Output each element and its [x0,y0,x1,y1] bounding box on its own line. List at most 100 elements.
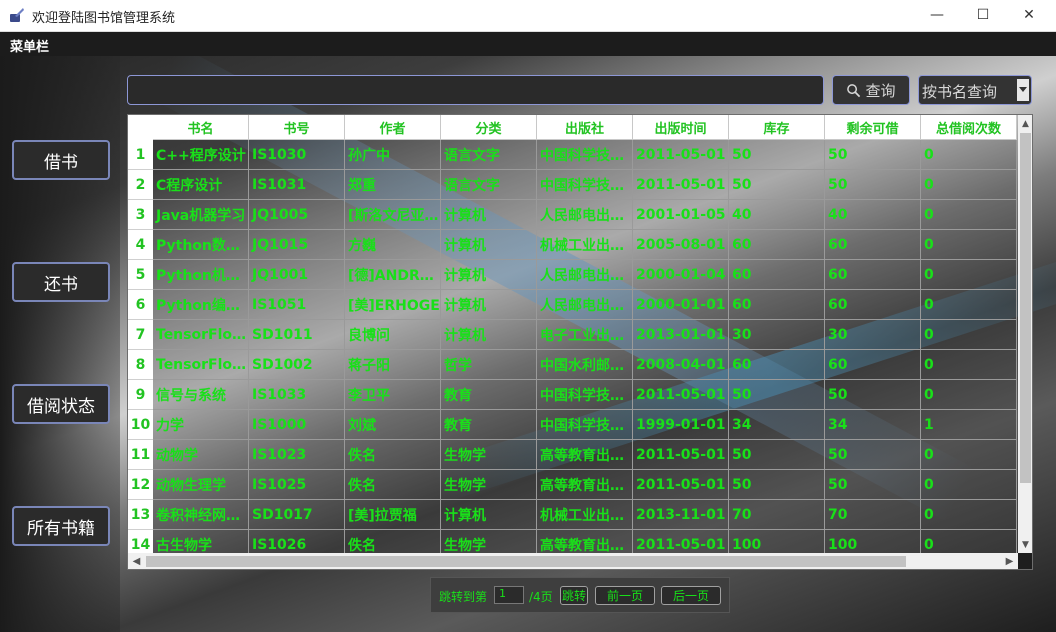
table-cell[interactable]: 2008-04-01 [633,350,729,380]
table-cell[interactable]: [美]ERHOGE [345,290,441,320]
column-header[interactable]: 总借阅次数 [921,115,1017,140]
close-button[interactable]: ✕ [1006,0,1052,30]
column-header[interactable]: 作者 [345,115,441,140]
table-cell[interactable]: 孙广中 [345,140,441,170]
table-cell[interactable]: IS1030 [249,140,345,170]
all-books-button[interactable]: 所有书籍 [12,506,110,546]
table-row[interactable]: 4 Python数… JQ1015 方巍 计算机 机械工业出… 2005-08-01 60 60… [128,230,1017,260]
table-cell[interactable]: 佚名 [345,470,441,500]
table-cell[interactable]: TensorFlo… [153,350,249,380]
table-cell[interactable]: 高等教育出… [537,530,633,553]
table-cell[interactable]: 2011-05-01 [633,440,729,470]
maximize-button[interactable]: ☐ [960,0,1006,30]
table-row[interactable]: 12 动物生理学 IS1025 佚名 生物学 高等教育出… 2011-05-01 50 50 0 [128,470,1017,500]
table-cell[interactable]: 60 [825,290,921,320]
search-button[interactable]: 查询 [832,75,910,105]
table-cell[interactable]: 0 [921,500,1017,530]
table-cell[interactable]: IS1033 [249,380,345,410]
row-number[interactable]: 14 [128,530,153,553]
table-row[interactable]: 7 TensorFlo… SD1011 良博问 计算机 电子工业出… 2013-01-01 3… [128,320,1017,350]
table-cell[interactable]: 机械工业出… [537,230,633,260]
table-cell[interactable]: 机械工业出… [537,500,633,530]
table-cell[interactable]: 计算机 [441,200,537,230]
row-number[interactable]: 8 [128,350,153,380]
table-cell[interactable]: 100 [729,530,825,553]
table-cell[interactable]: 0 [921,380,1017,410]
table-cell[interactable]: [斯洛文尼亚… [345,200,441,230]
scroll-down-icon[interactable]: ▼ [1018,537,1032,552]
row-number[interactable]: 11 [128,440,153,470]
scroll-right-icon[interactable]: ▶ [1002,554,1017,569]
table-row[interactable]: 9 信号与系统 IS1033 李卫平 教育 中国科学技… 2011-05-01 50 50 0 [128,380,1017,410]
table-cell[interactable]: 计算机 [441,290,537,320]
table-cell[interactable]: 生物学 [441,470,537,500]
table-cell[interactable]: 0 [921,170,1017,200]
vertical-scroll-thumb[interactable] [1020,133,1031,483]
table-cell[interactable]: 佚名 [345,530,441,553]
table-cell[interactable]: 40 [729,200,825,230]
table-row[interactable]: 3 Java机器学习 JQ1005 [斯洛文尼亚… 计算机 人民邮电出… 2001-01-0… [128,200,1017,230]
table-cell[interactable]: 刘斌 [345,410,441,440]
row-number[interactable]: 9 [128,380,153,410]
table-cell[interactable]: 70 [729,500,825,530]
table-cell[interactable]: 50 [825,380,921,410]
table-cell[interactable]: 100 [825,530,921,553]
table-cell[interactable]: 信号与系统 [153,380,249,410]
table-cell[interactable]: JQ1005 [249,200,345,230]
table-cell[interactable]: 生物学 [441,440,537,470]
table-cell[interactable]: 0 [921,140,1017,170]
table-row[interactable]: 8 TensorFlo… SD1002 蒋子阳 哲学 中国水利邮… 2008-04-01 60… [128,350,1017,380]
vertical-scrollbar[interactable]: ▲ ▼ [1018,115,1032,553]
column-header[interactable]: 书名 [153,115,249,140]
scroll-left-icon[interactable]: ◀ [129,554,144,569]
table-cell[interactable]: IS1026 [249,530,345,553]
table-cell[interactable]: 0 [921,290,1017,320]
table-cell[interactable]: 中国科学技… [537,380,633,410]
table-cell[interactable]: 0 [921,260,1017,290]
table-cell[interactable]: 中国科学技… [537,170,633,200]
table-cell[interactable]: 2011-05-01 [633,380,729,410]
table-cell[interactable]: 人民邮电出… [537,260,633,290]
table-cell[interactable]: 50 [729,440,825,470]
table-cell[interactable]: Python机… [153,260,249,290]
table-cell[interactable]: 中国水利邮… [537,350,633,380]
table-cell[interactable]: 卷积神经网… [153,500,249,530]
table-cell[interactable]: 高等教育出… [537,470,633,500]
table-cell[interactable]: 良博问 [345,320,441,350]
table-cell[interactable]: IS1025 [249,470,345,500]
table-row[interactable]: 6 Python编… IS1051 [美]ERHOGE 计算机 人民邮电出… 2000-01… [128,290,1017,320]
table-cell[interactable]: 高等教育出… [537,440,633,470]
row-number[interactable]: 1 [128,140,153,170]
table-row[interactable]: 11 动物学 IS1023 佚名 生物学 高等教育出… 2011-05-01 50 50 0 [128,440,1017,470]
borrow-status-button[interactable]: 借阅状态 [12,384,110,424]
table-cell[interactable]: 50 [729,140,825,170]
table-row[interactable]: 10 力学 IS1000 刘斌 教育 中国科学技… 1999-01-01 34 34 1 [128,410,1017,440]
table-row[interactable]: 2 C程序设计 IS1031 郑重 语言文字 中国科学技… 2011-05-01 50 50 0 [128,170,1017,200]
table-cell[interactable]: 0 [921,320,1017,350]
jump-button[interactable]: 跳转 [560,586,588,605]
table-cell[interactable]: JQ1015 [249,230,345,260]
table-cell[interactable]: 古生物学 [153,530,249,553]
table-cell[interactable]: 1 [921,410,1017,440]
table-cell[interactable]: 60 [729,260,825,290]
table-cell[interactable]: 0 [921,350,1017,380]
borrow-book-button[interactable]: 借书 [12,140,110,180]
table-cell[interactable]: 2013-01-01 [633,320,729,350]
table-cell[interactable]: 50 [729,470,825,500]
table-cell[interactable]: 40 [825,200,921,230]
table-cell[interactable]: 60 [729,290,825,320]
table-cell[interactable]: 34 [729,410,825,440]
table-cell[interactable]: 0 [921,470,1017,500]
column-header[interactable]: 书号 [249,115,345,140]
table-cell[interactable]: 50 [825,470,921,500]
dropdown-arrow-icon[interactable] [1017,79,1029,101]
table-cell[interactable]: IS1051 [249,290,345,320]
table-cell[interactable]: 2000-01-01 [633,290,729,320]
table-cell[interactable]: 语言文字 [441,170,537,200]
table-cell[interactable]: 50 [825,170,921,200]
menu-label[interactable]: 菜单栏 [10,36,49,55]
column-header[interactable]: 出版时间 [633,115,729,140]
column-header[interactable]: 库存 [729,115,825,140]
table-cell[interactable]: 34 [825,410,921,440]
table-cell[interactable]: 0 [921,440,1017,470]
